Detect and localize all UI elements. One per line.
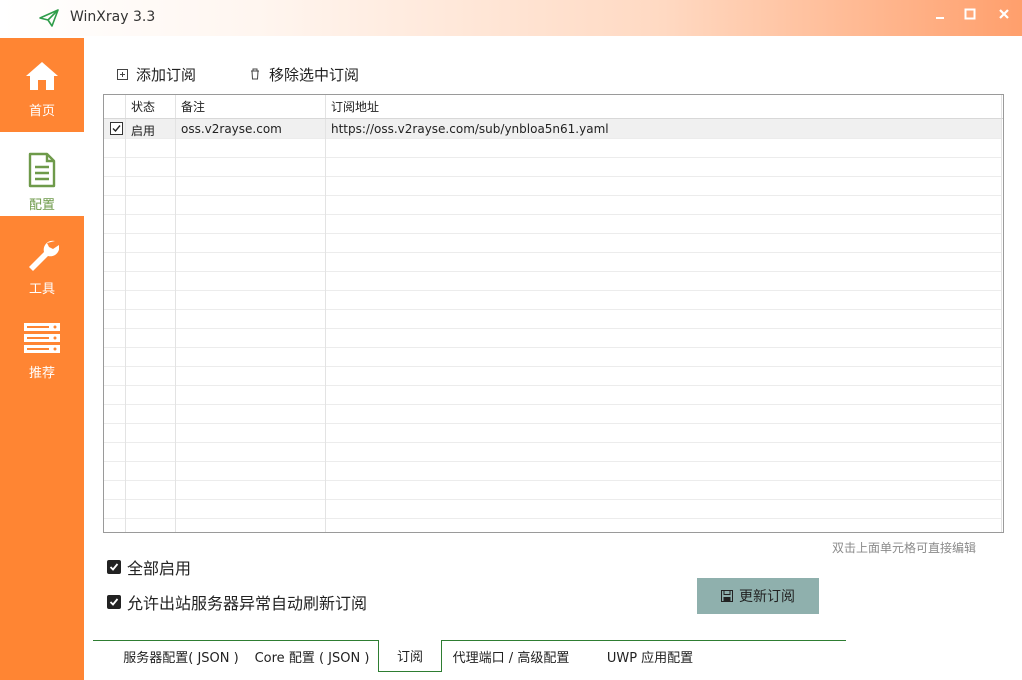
trash-icon <box>249 68 261 80</box>
row-checkbox[interactable] <box>110 122 123 135</box>
remove-subscription-button[interactable]: 移除选中订阅 <box>249 64 359 84</box>
sidebar-item-label: 配置 <box>28 198 55 213</box>
grid-line <box>104 499 1001 500</box>
update-subscription-button[interactable]: 更新订阅 <box>697 578 819 614</box>
sidebar-item-tools[interactable]: 工具 <box>0 216 84 300</box>
grid-line <box>104 309 1001 310</box>
update-subscription-label: 更新订阅 <box>739 589 795 605</box>
tab-label: 服务器配置( JSON ) <box>123 650 239 666</box>
grid-line <box>104 214 1001 215</box>
wrench-icon <box>24 236 60 272</box>
grid-line <box>104 138 1001 139</box>
cell-remark[interactable]: oss.v2rayse.com <box>181 122 282 136</box>
remove-subscription-label: 移除选中订阅 <box>269 65 360 84</box>
add-square-icon <box>116 68 128 80</box>
table-header: 状态 备注 订阅地址 <box>104 95 1003 119</box>
cell-url[interactable]: https://oss.v2rayse.com/sub/ynbloa5n61.y… <box>331 122 609 136</box>
maximize-icon[interactable] <box>956 4 984 24</box>
checkbox-checked-icon <box>107 595 121 609</box>
tab-label: UWP 应用配置 <box>606 650 694 666</box>
cell-status[interactable]: 启用 <box>131 122 155 139</box>
tab-label: 订阅 <box>396 650 423 665</box>
tab-subscription[interactable]: 订阅 <box>378 640 442 672</box>
enable-all-checkbox[interactable]: 全部启用 <box>107 557 192 578</box>
grid-line <box>104 461 1001 462</box>
grid-line <box>104 290 1001 291</box>
enable-all-label: 全部启用 <box>127 559 192 578</box>
grid-line <box>104 366 1001 367</box>
grid-line <box>104 385 1001 386</box>
minimize-icon[interactable] <box>926 4 954 24</box>
close-icon[interactable] <box>990 4 1018 24</box>
title-bar: WinXray 3.3 <box>0 0 1022 36</box>
sidebar-item-recommend[interactable]: 推荐 <box>0 300 84 384</box>
subscription-table[interactable]: 状态 备注 订阅地址 启用 oss.v2rayse.com https://os… <box>103 94 1004 533</box>
grid-line <box>104 271 1001 272</box>
column-header-status[interactable]: 状态 <box>131 98 155 115</box>
tab-server-config[interactable]: 服务器配置( JSON ) <box>118 641 244 671</box>
window-title: WinXray 3.3 <box>70 9 156 25</box>
sidebar: 首页 配置 工具 推荐 <box>0 38 84 680</box>
grid-line <box>104 518 1001 519</box>
auto-refresh-label: 允许出站服务器异常自动刷新订阅 <box>127 594 368 613</box>
grid-line <box>104 480 1001 481</box>
home-icon <box>24 58 60 94</box>
grid-line <box>104 347 1001 348</box>
grid-line <box>104 176 1001 177</box>
column-header-remark[interactable]: 备注 <box>181 98 205 115</box>
grid-line <box>104 423 1001 424</box>
checkbox-checked-icon <box>107 560 121 574</box>
server-icon <box>24 320 60 356</box>
add-subscription-label: 添加订阅 <box>136 65 197 84</box>
grid-line <box>104 252 1001 253</box>
grid-line <box>104 157 1001 158</box>
add-subscription-button[interactable]: 添加订阅 <box>116 64 196 84</box>
column-header-url[interactable]: 订阅地址 <box>331 98 379 115</box>
tab-label: Core 配置 ( JSON ) <box>254 650 370 666</box>
sidebar-item-config[interactable]: 配置 <box>0 132 84 216</box>
sidebar-item-label: 首页 <box>28 104 55 119</box>
tab-uwp-config[interactable]: UWP 应用配置 <box>596 641 704 671</box>
paper-plane-icon <box>38 8 60 28</box>
sidebar-item-home[interactable]: 首页 <box>0 38 84 122</box>
grid-line <box>104 442 1001 443</box>
edit-hint: 双击上面单元格可直接编辑 <box>832 541 977 555</box>
tab-label: 代理端口 / 高级配置 <box>452 650 570 666</box>
tab-core-config[interactable]: Core 配置 ( JSON ) <box>252 641 372 671</box>
sidebar-item-label: 推荐 <box>28 366 55 381</box>
grid-line <box>104 328 1001 329</box>
grid-line <box>104 404 1001 405</box>
auto-refresh-checkbox[interactable]: 允许出站服务器异常自动刷新订阅 <box>107 592 368 613</box>
tab-proxy-advanced[interactable]: 代理端口 / 高级配置 <box>446 641 576 671</box>
grid-line <box>104 233 1001 234</box>
save-icon <box>721 590 733 602</box>
sidebar-item-label: 工具 <box>28 282 55 297</box>
grid-line <box>104 195 1001 196</box>
document-icon <box>24 152 60 188</box>
